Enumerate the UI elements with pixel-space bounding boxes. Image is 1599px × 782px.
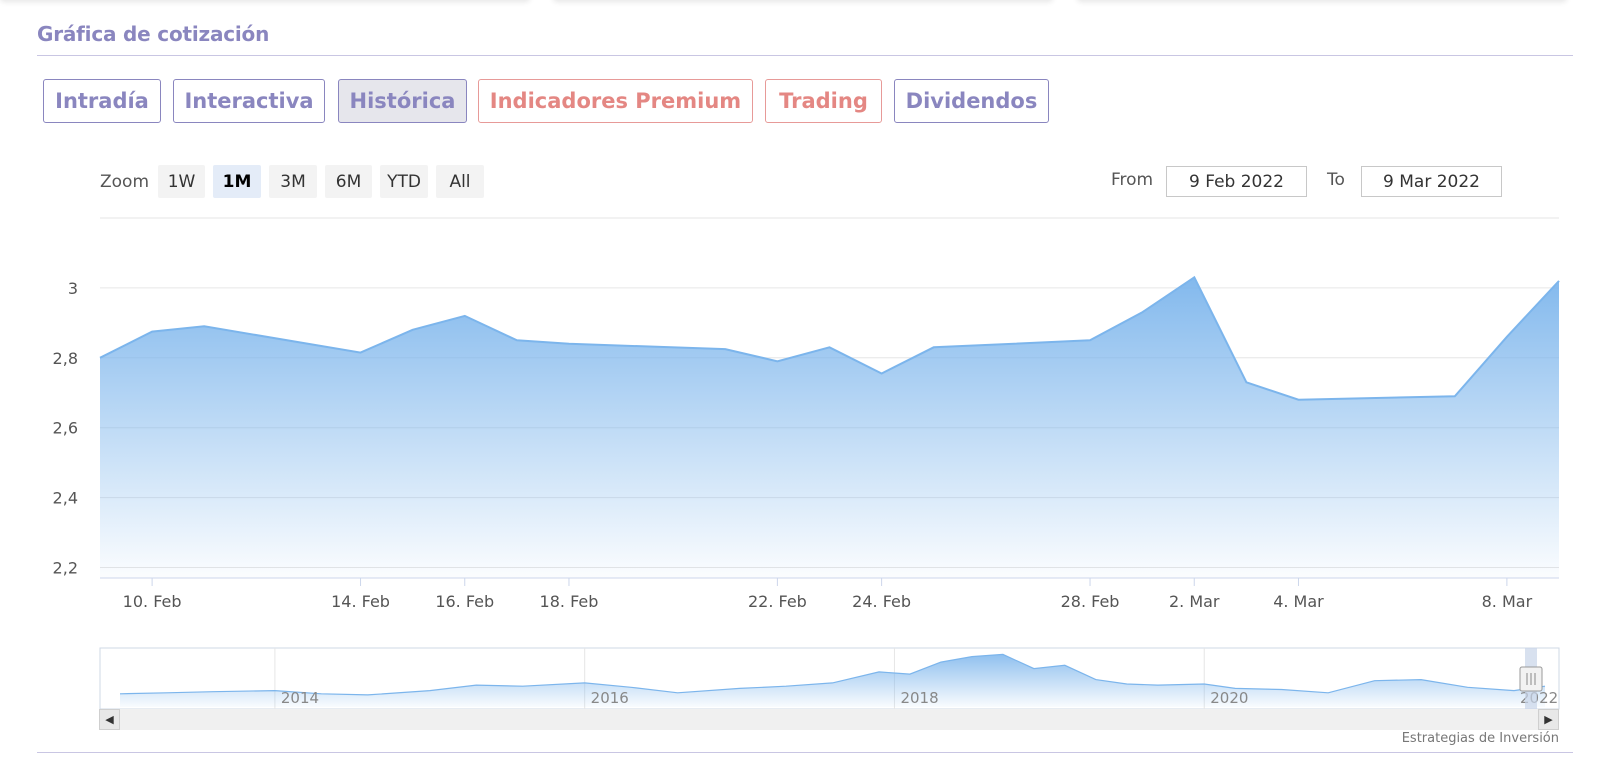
x-tick-label: 28. Feb	[1061, 592, 1120, 611]
x-axis-ticks: 10. Feb 14. Feb 16. Feb 18. Feb 22. Feb 24. F…	[123, 578, 1533, 611]
y-axis-labels: 2,2 2,4 2,6 2,8 3	[53, 279, 78, 578]
price-chart: 2,2 2,4 2,6 2,8 3 10. Feb 14. Feb 16. Feb 18. F…	[53, 217, 1560, 730]
scroll-right-icon[interactable]: ▶	[1538, 709, 1559, 730]
x-tick-label: 4. Mar	[1273, 592, 1324, 611]
bottom-divider	[37, 752, 1573, 753]
navigator-year-label: 2016	[591, 689, 629, 707]
navigator-year-label: 2020	[1210, 689, 1248, 707]
y-tick-label: 2,2	[53, 559, 78, 578]
x-tick-label: 22. Feb	[748, 592, 807, 611]
x-tick-label: 10. Feb	[123, 592, 182, 611]
navigator-year-label: 2014	[281, 689, 319, 707]
x-tick-label: 16. Feb	[435, 592, 494, 611]
x-tick-label: 8. Mar	[1482, 592, 1533, 611]
y-tick-label: 2,8	[53, 349, 78, 368]
x-tick-label: 14. Feb	[331, 592, 390, 611]
price-area-fill	[100, 277, 1559, 578]
x-tick-label: 18. Feb	[540, 592, 599, 611]
navigator-year-label: 2018	[900, 689, 938, 707]
y-tick-label: 2,6	[53, 419, 78, 438]
y-tick-label: 2,4	[53, 489, 78, 508]
x-tick-label: 24. Feb	[852, 592, 911, 611]
navigator-scrollbar-track[interactable]	[99, 709, 1559, 730]
x-tick-label: 2. Mar	[1169, 592, 1220, 611]
scroll-left-icon[interactable]: ◀	[99, 709, 120, 730]
chart-credit: Estrategias de Inversión	[1401, 731, 1559, 746]
y-tick-label: 3	[68, 279, 78, 298]
price-area-series	[99, 275, 1560, 578]
